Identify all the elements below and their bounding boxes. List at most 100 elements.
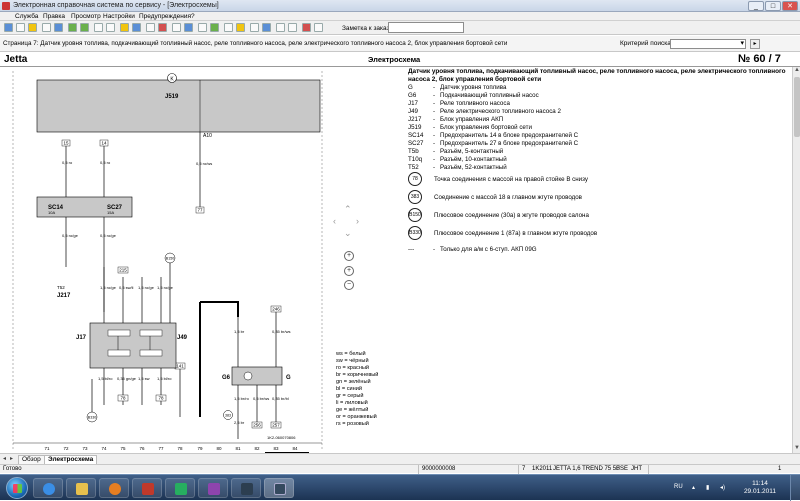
tab-wiring-diagram[interactable]: Электросхема bbox=[44, 455, 98, 464]
taskbar-app5-button[interactable] bbox=[165, 478, 195, 498]
taskbar-media-button[interactable] bbox=[99, 478, 129, 498]
toolbar-list-icon[interactable] bbox=[146, 23, 155, 32]
tab-overview[interactable]: Обзор bbox=[18, 455, 45, 464]
start-button[interactable] bbox=[6, 477, 28, 499]
part-code: 1K2-060070806 bbox=[267, 435, 296, 440]
clock[interactable]: 11:14 29.01.2011 bbox=[744, 480, 776, 496]
menu-warnings[interactable]: Предупреждения bbox=[139, 13, 191, 20]
toolbar-back-icon[interactable] bbox=[68, 23, 77, 32]
color-gn: gn = зелёный bbox=[336, 379, 371, 385]
app-icon-6 bbox=[208, 483, 220, 495]
toolbar-copy-icon[interactable] bbox=[172, 23, 181, 32]
zoom-out-icon[interactable]: − bbox=[344, 280, 354, 290]
ref-78: 78 bbox=[177, 446, 183, 451]
toolbar-search-icon[interactable] bbox=[54, 23, 63, 32]
toolbar-print-icon[interactable] bbox=[42, 23, 51, 32]
taskbar-app4-button[interactable] bbox=[132, 478, 162, 498]
search-go-button[interactable]: ▸ bbox=[750, 39, 760, 49]
show-desktop-button[interactable] bbox=[790, 475, 800, 501]
application-window: Электронная справочная система по сервис… bbox=[0, 0, 800, 501]
toolbar-note-icon[interactable] bbox=[120, 23, 129, 32]
ref-71: 71 bbox=[44, 446, 50, 451]
zoom-in-icon[interactable]: + bbox=[344, 251, 354, 261]
g-label: G bbox=[286, 375, 291, 381]
j519-block bbox=[36, 79, 321, 133]
toolbar-delete-icon[interactable] bbox=[302, 23, 311, 32]
scroll-thumb[interactable] bbox=[794, 77, 800, 137]
app-icon-4 bbox=[142, 483, 154, 495]
toolbar-bookmark-icon[interactable] bbox=[236, 23, 245, 32]
ground-desc-78: Точка соединения с массой на правой стой… bbox=[434, 176, 588, 183]
wiring-diagram[interactable]: K J519 A10 SC14 10A SC27 15A 15 14 77 21… bbox=[0, 67, 330, 453]
toolbar-home-icon[interactable] bbox=[4, 23, 13, 32]
pan-up-icon[interactable]: ⌃ bbox=[344, 204, 352, 215]
network-icon[interactable]: ▮ bbox=[706, 484, 709, 491]
ref-83: 83 bbox=[273, 446, 279, 451]
toolbar-table-icon[interactable] bbox=[198, 23, 207, 32]
status-ready: Готово bbox=[3, 466, 22, 472]
ground-circle-78: 78 bbox=[408, 172, 422, 186]
wire-label-17: 0,5 br/ws bbox=[253, 396, 269, 401]
wire-label-12: 1,5 sw bbox=[138, 376, 150, 381]
pan-down-icon[interactable]: ⌄ bbox=[344, 228, 352, 239]
toolbar-open-icon[interactable] bbox=[16, 23, 25, 32]
j49-label: J49 bbox=[177, 335, 188, 341]
toolbar-camera-icon[interactable] bbox=[314, 23, 323, 32]
windows-logo-icon bbox=[13, 484, 22, 493]
breadcrumb: Страница 7: Датчик уровня топлива, подка… bbox=[0, 36, 800, 52]
menu-view[interactable]: Просмотр bbox=[71, 13, 101, 20]
toolbar-zoom-in-icon[interactable] bbox=[94, 23, 103, 32]
maximize-button[interactable]: □ bbox=[765, 1, 781, 11]
order-note-input[interactable] bbox=[388, 22, 464, 33]
ground-desc-b330: Плюсовое соединение 1 (87a) в главном жг… bbox=[434, 230, 598, 237]
status-vehicle: 1K2011 bbox=[532, 466, 553, 472]
menu-service[interactable]: Служба bbox=[15, 13, 38, 20]
ref-74: 74 bbox=[101, 446, 107, 451]
toolbar-zoom-out-icon[interactable] bbox=[106, 23, 115, 32]
box-257: 257 bbox=[272, 423, 280, 428]
toolbar-mail-icon[interactable] bbox=[288, 23, 297, 32]
toolbar-help-icon[interactable] bbox=[262, 23, 271, 32]
toolbar-forward-icon[interactable] bbox=[80, 23, 89, 32]
pan-left-icon[interactable]: ‹ bbox=[333, 216, 336, 226]
toolbar-folder-icon[interactable] bbox=[28, 23, 37, 32]
menu-edit[interactable]: Правка bbox=[43, 13, 65, 20]
toolbar-export-icon[interactable] bbox=[250, 23, 259, 32]
color-bl: bl = синий bbox=[336, 386, 362, 392]
color-li: li = лиловый bbox=[336, 400, 368, 406]
ie-icon bbox=[43, 483, 55, 495]
toolbar-settings-icon[interactable] bbox=[224, 23, 233, 32]
ref-79: 79 bbox=[197, 446, 203, 451]
taskbar-app7-button[interactable] bbox=[231, 478, 261, 498]
taskbar-ie-button[interactable] bbox=[33, 478, 63, 498]
close-button[interactable]: ✕ bbox=[782, 1, 798, 11]
toolbar-stop-icon[interactable] bbox=[158, 23, 167, 32]
pan-right-icon[interactable]: › bbox=[356, 216, 359, 226]
scroll-down-icon[interactable]: ▼ bbox=[793, 445, 800, 453]
status-code2: 7 bbox=[522, 466, 526, 472]
toolbar-info-icon[interactable] bbox=[132, 23, 141, 32]
taskbar-explorer-button[interactable] bbox=[66, 478, 96, 498]
media-player-icon bbox=[109, 483, 121, 495]
menu-settings[interactable]: Настройки bbox=[103, 13, 135, 20]
toolbar-refresh-icon[interactable] bbox=[210, 23, 219, 32]
search-criteria-dropdown[interactable] bbox=[670, 39, 746, 49]
scroll-up-icon[interactable]: ▲ bbox=[793, 67, 800, 75]
toolbar-diagram-icon[interactable] bbox=[184, 23, 193, 32]
color-sw: sw = чёрный bbox=[336, 358, 369, 364]
toolbar-window-icon[interactable] bbox=[276, 23, 285, 32]
tray-expand-icon[interactable]: ▴ bbox=[692, 484, 695, 491]
language-indicator[interactable]: RU bbox=[674, 484, 683, 490]
tab-next-icon[interactable]: ▸ bbox=[10, 455, 13, 462]
a10-pin: A10 bbox=[203, 133, 212, 139]
system-tray: RU ▴ ▮ ◂) 11:14 29.01.2011 bbox=[624, 475, 800, 501]
legend-heading: Датчик уровня топлива, подкачивающий топ… bbox=[408, 68, 786, 83]
minimize-button[interactable]: _ bbox=[748, 1, 764, 11]
vertical-scrollbar[interactable]: ▲ ▼ bbox=[792, 67, 800, 453]
zoom-fit-icon[interactable]: + bbox=[344, 266, 354, 276]
menu-help[interactable]: ? bbox=[191, 13, 195, 20]
volume-icon[interactable]: ◂) bbox=[720, 484, 725, 491]
taskbar-elsa-button[interactable] bbox=[264, 478, 294, 498]
taskbar-app6-button[interactable] bbox=[198, 478, 228, 498]
tab-prev-icon[interactable]: ◂ bbox=[3, 455, 6, 462]
